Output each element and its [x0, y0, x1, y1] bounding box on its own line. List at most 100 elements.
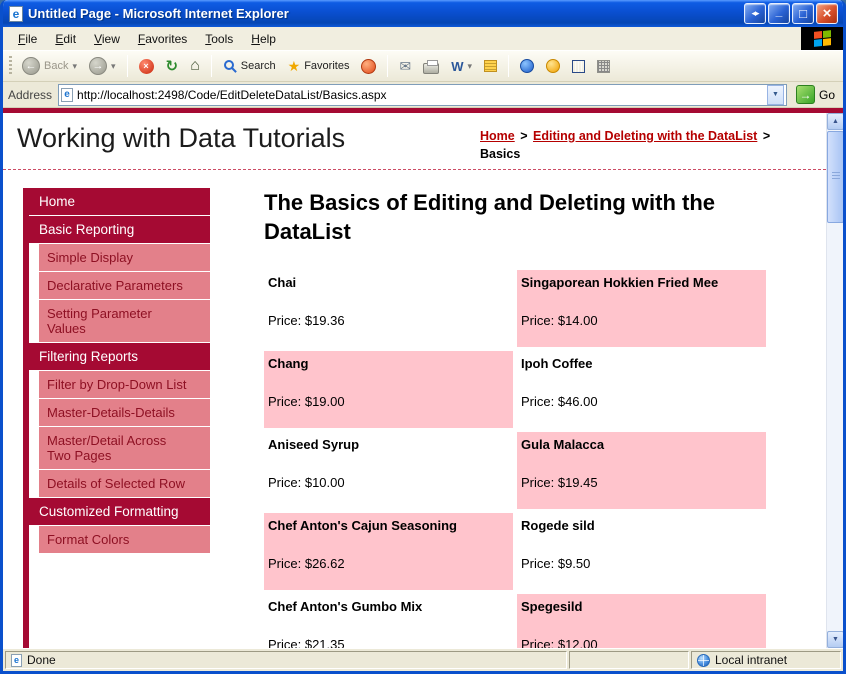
window-extra-button[interactable]: [744, 3, 766, 24]
product-price: Price: $12.00: [521, 637, 598, 648]
browser-viewport: Working with Data Tutorials Home > Editi…: [3, 113, 843, 648]
product-price: Price: $46.00: [521, 394, 598, 409]
print-button[interactable]: [419, 57, 443, 76]
product-price: Price: $26.62: [268, 556, 345, 571]
back-dropdown-icon: [72, 60, 77, 72]
menu-favorites[interactable]: Favorites: [129, 28, 196, 50]
plugin-button-2[interactable]: [568, 58, 589, 75]
scroll-up-button[interactable]: [827, 113, 843, 130]
status-page-icon: [11, 653, 22, 667]
product-price: Price: $9.50: [521, 556, 591, 571]
product-cell: Chef Anton's Cajun Seasoning Price: $26.…: [264, 513, 513, 590]
plugin-button-3[interactable]: [593, 58, 614, 75]
sidebar-item-filter-by-dropdown-list[interactable]: Filter by Drop-Down List: [39, 371, 210, 398]
product-datalist: Chai Price: $19.36 Singaporean Hokkien F…: [264, 270, 769, 648]
go-button[interactable]: Go: [793, 85, 838, 104]
sidebar-item-declarative-parameters[interactable]: Declarative Parameters: [39, 272, 210, 299]
product-price: Price: $14.00: [521, 313, 598, 328]
standard-toolbar: Back Search Favorites: [3, 51, 843, 82]
product-price: Price: $19.36: [268, 313, 345, 328]
product-cell: Chef Anton's Gumbo Mix Price: $21.35: [264, 594, 513, 648]
address-page-icon: [61, 87, 74, 102]
address-input-box: [58, 83, 787, 106]
product-name: Gula Malacca: [521, 437, 605, 452]
product-price: Price: $19.00: [268, 394, 345, 409]
sidebar-item-filtering-reports[interactable]: Filtering Reports: [29, 343, 210, 370]
go-label: Go: [818, 87, 835, 102]
site-title: Working with Data Tutorials: [17, 123, 346, 153]
menu-tools[interactable]: Tools: [196, 28, 242, 50]
product-name: Ipoh Coffee: [521, 356, 593, 371]
back-icon: [22, 57, 40, 75]
web-page: Working with Data Tutorials Home > Editi…: [3, 113, 826, 648]
vertical-scrollbar[interactable]: [826, 113, 843, 648]
security-zone-pane: Local intranet: [691, 651, 841, 669]
product-cell: Gula Malacca Price: $19.45: [517, 432, 766, 509]
sidebar-item-home[interactable]: Home: [29, 188, 210, 215]
messenger-button[interactable]: [516, 57, 538, 75]
page-body: Home Basic Reporting Simple Display Decl…: [3, 170, 826, 648]
favorites-button[interactable]: Favorites: [284, 56, 354, 77]
breadcrumb-section-link[interactable]: Editing and Deleting with the DataList: [533, 129, 757, 143]
menu-file[interactable]: File: [9, 28, 46, 50]
minimize-button[interactable]: [768, 3, 790, 24]
stop-button[interactable]: [135, 57, 158, 76]
sidebar-item-setting-parameter-values[interactable]: Setting Parameter Values: [39, 300, 210, 342]
plugin-icon-2: [572, 59, 585, 73]
discuss-button[interactable]: [480, 58, 501, 74]
search-label: Search: [240, 60, 276, 72]
plugin-icon-1: [546, 59, 560, 73]
product-cell: Singaporean Hokkien Fried Mee Price: $14…: [517, 270, 766, 347]
product-price: Price: $19.45: [521, 475, 598, 490]
mail-icon: [399, 58, 411, 75]
ie-document-icon: [9, 5, 23, 22]
product-name: Aniseed Syrup: [268, 437, 360, 452]
maximize-button[interactable]: [792, 3, 814, 24]
address-input[interactable]: [77, 87, 763, 102]
menu-help[interactable]: Help: [242, 28, 285, 50]
mail-button[interactable]: [395, 56, 415, 77]
address-dropdown-button[interactable]: [766, 84, 784, 105]
window-controls: [744, 3, 838, 24]
security-zone-text: Local intranet: [715, 653, 788, 667]
stop-icon: [138, 58, 154, 74]
media-button[interactable]: [357, 57, 380, 76]
sidebar-navigation: Home Basic Reporting Simple Display Decl…: [23, 188, 210, 648]
close-button[interactable]: [816, 3, 838, 24]
go-arrow-icon: [795, 85, 815, 104]
home-button[interactable]: [186, 55, 204, 77]
toolbar-grip[interactable]: [9, 56, 12, 76]
refresh-icon: [166, 57, 179, 75]
product-name: Chef Anton's Cajun Seasoning: [268, 518, 457, 533]
sidebar-item-basic-reporting[interactable]: Basic Reporting: [29, 216, 210, 243]
forward-button[interactable]: [85, 55, 120, 77]
print-icon: [423, 59, 440, 74]
edit-word-icon: [451, 59, 463, 74]
status-text: Done: [27, 653, 56, 667]
sidebar-item-master-detail-two-pages[interactable]: Master/Detail Across Two Pages: [39, 427, 210, 469]
menu-view[interactable]: View: [85, 28, 129, 50]
product-name: Spegesild: [521, 599, 583, 614]
product-cell: Aniseed Syrup Price: $10.00: [264, 432, 513, 509]
sidebar-item-simple-display[interactable]: Simple Display: [39, 244, 210, 271]
page-title: The Basics of Editing and Deleting with …: [264, 190, 716, 244]
search-button[interactable]: Search: [219, 57, 280, 75]
title-bar[interactable]: Untitled Page - Microsoft Internet Explo…: [3, 0, 843, 27]
sidebar-item-customized-formatting[interactable]: Customized Formatting: [29, 498, 210, 525]
breadcrumb-separator: >: [520, 129, 528, 143]
scrollbar-thumb[interactable]: [827, 131, 843, 223]
plugin-button-1[interactable]: [542, 57, 564, 75]
edit-button[interactable]: [447, 57, 476, 76]
refresh-button[interactable]: [162, 55, 183, 77]
menu-edit[interactable]: Edit: [46, 28, 85, 50]
toolbar-separator: [508, 55, 509, 77]
sidebar-item-details-of-selected-row[interactable]: Details of Selected Row: [39, 470, 210, 497]
breadcrumb-home-link[interactable]: Home: [480, 129, 515, 143]
product-name: Chef Anton's Gumbo Mix: [268, 599, 423, 614]
product-name: Singaporean Hokkien Fried Mee: [521, 275, 719, 290]
edit-dropdown-icon: [467, 60, 472, 72]
back-button[interactable]: Back: [18, 55, 81, 77]
scroll-down-button[interactable]: [827, 631, 843, 648]
sidebar-item-format-colors[interactable]: Format Colors: [39, 526, 210, 553]
sidebar-item-master-details-details[interactable]: Master-Details-Details: [39, 399, 210, 426]
